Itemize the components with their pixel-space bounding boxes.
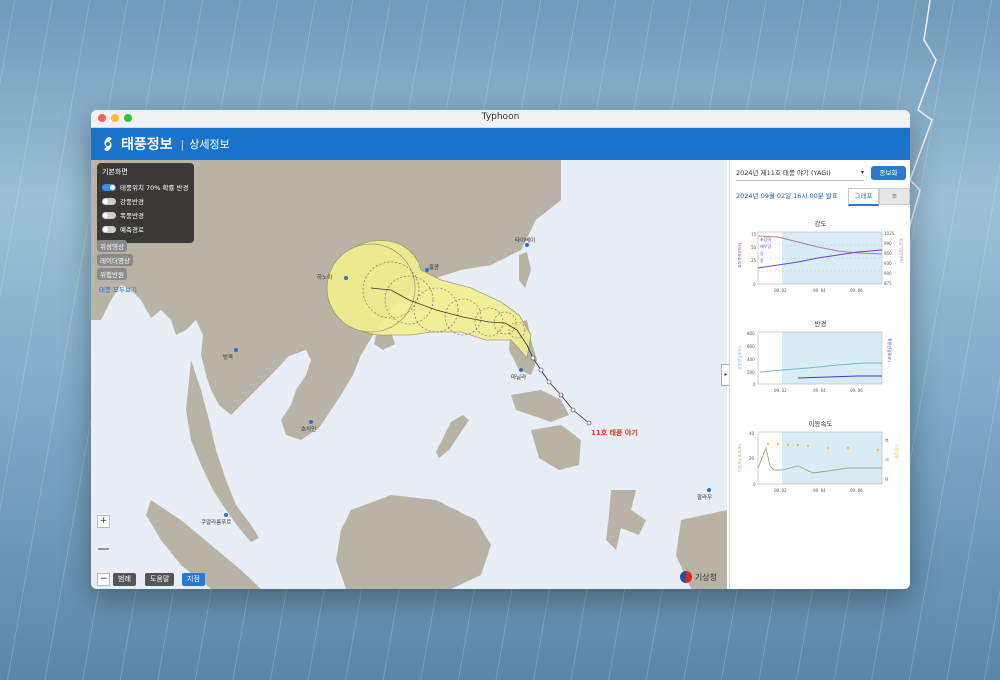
speed-ylabel-left: 이동속도(km/h) — [738, 444, 742, 472]
app-header: 태풍정보 | 상세정보 — [91, 128, 910, 160]
speed-ytick-0: 40 — [749, 431, 755, 436]
ytick-left-2: 25 — [751, 258, 757, 263]
danger-semicircle-chip[interactable]: 위험반원 — [97, 268, 127, 280]
ytick-right-4: 900 — [884, 271, 892, 276]
ytick-left-3: 0 — [753, 282, 756, 287]
zoom-out-button[interactable]: − — [97, 573, 110, 586]
app-subtitle: 상세정보 — [189, 138, 230, 151]
radius-xtick-2: 09. 06 — [850, 388, 863, 393]
radius-ytick-0: 800 — [747, 331, 755, 336]
city-label-hongkong: 홍콩 — [429, 265, 440, 271]
legend-strong: 강 — [760, 250, 764, 256]
radius-ylabel-left: 강풍반경(km) — [738, 346, 742, 370]
typhoon-select[interactable]: 2024년 제11호 태풍 야기 (YAGI) ▾ — [736, 166, 864, 181]
kma-logo: 기상청 — [679, 571, 717, 583]
typhoon-map[interactable]: 타이베이 마닐라 하노이 홍콩 방콕 호치민 쿠알라룸푸르 팔라우 11호 태풍… — [91, 160, 727, 589]
speed-ytick-2: 0 — [753, 482, 756, 487]
tab-graph[interactable]: 그래프 — [848, 188, 879, 206]
show-all-typhoons-link[interactable]: 태풍 모두보기 — [99, 284, 137, 294]
radius-xtick-0: 09. 02 — [774, 388, 787, 393]
layer-panel-heading: 기본화면 — [102, 168, 128, 176]
speed-ytick-1: 20 — [749, 456, 755, 461]
issued-time: 2024년 09월 02일 16시 00분 발표 — [736, 192, 838, 200]
help-button[interactable]: 도움말 — [145, 573, 175, 586]
radius-ytick-4: 0 — [753, 382, 756, 387]
toggle-switch[interactable] — [102, 197, 116, 205]
speed-xtick-2: 09. 06 — [850, 488, 863, 493]
ytick-left-0: 75 — [751, 232, 757, 237]
typhoon-logo-icon — [104, 137, 112, 151]
zoom-in-button[interactable]: + — [97, 515, 110, 528]
radius-chart-plot: 800 600 400 200 0 09. 02 09. 04 09. 06 강풍반경(… — [738, 331, 893, 393]
intensity-ylabel-right: 중심기압(hPa) — [899, 238, 903, 263]
radar-chip[interactable]: 레이더영상 — [97, 254, 133, 266]
ytick-right-5: 875 — [884, 281, 892, 286]
chevron-down-icon: ▾ — [860, 169, 864, 176]
direction-west: 서 — [885, 456, 889, 462]
speed-xtick-1: 09. 04 — [813, 488, 826, 493]
storm-name-label: 11호 태풍 야기 — [591, 429, 638, 437]
ytick-right-3: 930 — [884, 261, 892, 266]
city-label-hochiminh: 호치민 — [301, 427, 317, 433]
speed-ylabel-right: 이동방향 — [894, 444, 900, 459]
speed-chart-title: 이동속도 — [808, 420, 833, 428]
app-title: 태풍정보 — [121, 137, 173, 153]
radius-ytick-1: 600 — [747, 344, 755, 349]
detail-button[interactable]: 종보화 — [871, 166, 906, 180]
ytick-left-1: 50 — [751, 245, 757, 250]
direction-south: 남 — [885, 475, 889, 481]
radius-xtick-1: 09. 04 — [813, 388, 826, 393]
title-separator: | — [180, 137, 185, 151]
speed-xtick-0: 09. 02 — [774, 488, 787, 493]
xtick-1: 09. 04 — [813, 288, 826, 293]
xtick-0: 09. 02 — [774, 288, 787, 293]
xtick-2: 09. 06 — [850, 288, 863, 293]
legend-button[interactable]: 범례 — [113, 573, 136, 586]
legend-medium: 중 — [760, 258, 764, 263]
ytick-right-2: 960 — [884, 251, 892, 256]
window-title: Typhoon — [481, 112, 520, 122]
window-titlebar: Typhoon — [91, 110, 910, 128]
toggle-switch[interactable] — [102, 225, 116, 233]
ytick-right-1: 990 — [884, 241, 892, 246]
radius-ylabel-right: 폭풍반경(km) — [887, 338, 893, 362]
zoom-slider[interactable] — [98, 548, 109, 550]
radius-chart-title: 반경 — [814, 320, 827, 328]
ytick-right-0: 1025 — [884, 231, 895, 236]
app-window: Typhoon 태풍정보 | 상세정보 타이베이 마닐라 하노이 홍콩 방콕 호… — [91, 110, 910, 589]
toggle-switch[interactable] — [102, 211, 116, 219]
toggle-switch[interactable] — [102, 183, 116, 191]
intensity-chart: 강도 75 50 25 0 1025 990 960 930 900 875 0… — [738, 218, 903, 298]
radius-chart: 반경 800 600 400 200 0 09. 02 09. 04 09. 06 강풍… — [738, 318, 903, 398]
toggle-storm-radius[interactable]: 폭풍반경 — [102, 210, 189, 220]
legend-very: 매우강 — [760, 243, 771, 249]
city-label-palau: 팔라우 — [697, 495, 713, 501]
toggle-forecast-track[interactable]: 예측경로 — [102, 224, 189, 234]
direction-north: 북 — [885, 438, 889, 443]
city-label-manila: 마닐라 — [511, 375, 527, 381]
toggle-probability-radius[interactable]: 태풍위치 70% 확률 반경 — [102, 182, 189, 192]
toggle-gale-radius[interactable]: 강풍반경 — [102, 196, 189, 206]
legend-super: 초강력 — [760, 236, 771, 242]
city-label-hanoi: 하노이 — [317, 275, 333, 281]
main-content: 타이베이 마닐라 하노이 홍콩 방콕 호치민 쿠알라룸푸르 팔라우 11호 태풍… — [91, 160, 910, 589]
satellite-chip[interactable]: 위성영상 — [97, 240, 127, 252]
layer-panel: 기본화면 태풍위치 70% 확률 반경 강풍반경 폭풍반경 예측경로 — [97, 163, 194, 243]
radius-ytick-2: 400 — [747, 357, 755, 362]
city-label-taipei: 타이베이 — [515, 238, 536, 244]
city-label-bangkok: 방콕 — [223, 355, 234, 361]
intensity-chart-plot: 75 50 25 0 1025 990 960 930 900 875 09. 02 09.… — [738, 231, 903, 293]
tab-list[interactable]: ≡ — [879, 188, 910, 205]
intensity-chart-title: 강도 — [814, 220, 827, 228]
info-sidebar: 2024년 제11호 태풍 야기 (YAGI) ▾ 종보화 2024년 09월 … — [729, 160, 910, 589]
radius-ytick-3: 200 — [747, 370, 755, 375]
city-label-kualalumpur: 쿠알라룸푸르 — [201, 520, 232, 526]
location-button[interactable]: 지점 — [182, 573, 205, 586]
kma-emblem-icon — [679, 571, 692, 583]
intensity-ylabel-left: 최대풍속(m/s) — [738, 242, 742, 268]
speed-chart-plot: 40200 09. 02 09. 04 09. 06 북서남 이동속도(km/h) … — [738, 431, 900, 493]
speed-chart: 이동속도 40 20 0 09. 02 09. 04 09. 06 북서남 이동… — [738, 418, 903, 498]
